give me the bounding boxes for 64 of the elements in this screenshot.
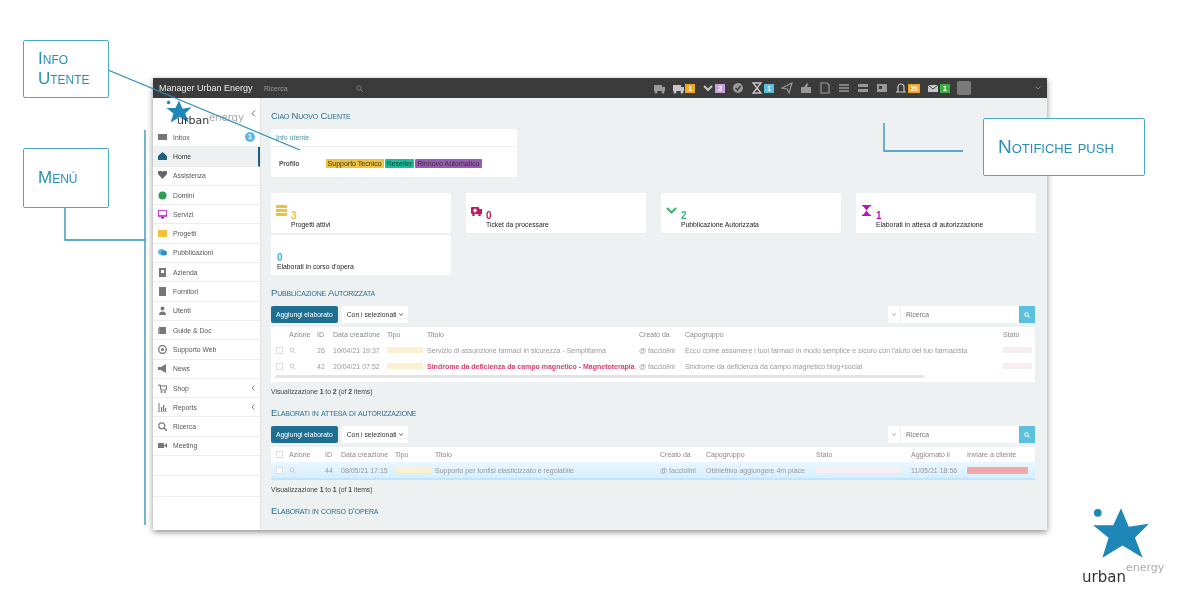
section-heading: Elaborati in corso d'opera [271, 505, 380, 516]
books-icon [158, 325, 167, 335]
cart-icon [158, 383, 167, 393]
search-icon [1024, 311, 1030, 318]
building-icon [158, 267, 167, 277]
logo-text: urban [1082, 568, 1126, 586]
checkbox[interactable] [276, 451, 283, 458]
truck-icon[interactable] [672, 82, 685, 94]
thumbs-up-icon[interactable] [800, 82, 813, 94]
stat-count: 0 [486, 210, 493, 221]
stat-count: 3 [291, 210, 298, 221]
section-heading: Elaborati in attesa di autorizzazione [271, 407, 418, 418]
type-tag [395, 467, 431, 473]
check-icon[interactable] [702, 82, 715, 94]
caret-icon[interactable] [1035, 86, 1041, 90]
stat-count: 0 [277, 252, 284, 263]
megaphone-icon [158, 364, 167, 374]
logo-text: urban [177, 114, 210, 127]
truck-icon[interactable] [653, 82, 666, 94]
home-icon [158, 151, 167, 161]
chevron-icon [251, 385, 255, 391]
server-icon[interactable] [857, 82, 870, 94]
callout-label: Menú [23, 148, 109, 208]
stat-count: 2 [681, 210, 688, 221]
page-heading: Ciao Nuovo Cliente [271, 110, 352, 121]
section-heading: Pubblicazione Autorizzata [271, 287, 376, 298]
globe-icon [158, 190, 167, 200]
callout-label: Notifiche push [983, 118, 1145, 176]
app-title: Manager Urban Energy [159, 83, 254, 93]
lifebuoy-icon [158, 344, 167, 354]
search-button[interactable] [1019, 306, 1035, 323]
callout-label: Info Utente [23, 40, 109, 98]
heart-icon [158, 171, 167, 181]
card-icon[interactable] [876, 82, 889, 94]
check-circle-icon[interactable] [732, 82, 745, 94]
book-icon [158, 287, 167, 296]
stat-count: 1 [876, 210, 883, 221]
caret-icon [398, 433, 403, 436]
hourglass-icon[interactable] [751, 82, 764, 94]
document-icon[interactable] [819, 82, 832, 94]
paper-plane-icon[interactable] [781, 82, 794, 94]
bar-chart-icon [158, 402, 167, 412]
caret-icon [892, 433, 896, 436]
chat-icon [158, 248, 167, 258]
type-tag [387, 347, 423, 353]
envelope-icon [158, 132, 167, 142]
monitor-icon [158, 209, 167, 219]
list-icon[interactable] [838, 82, 851, 94]
collapse-icon[interactable] [251, 109, 256, 117]
search-icon [158, 422, 167, 432]
bell-icon[interactable] [895, 82, 908, 94]
chevron-icon [251, 404, 255, 411]
search-icon [1024, 431, 1030, 438]
caret-icon [892, 313, 896, 316]
logo-text: energy [1126, 561, 1165, 574]
send-button[interactable] [967, 466, 1029, 474]
folder-icon [158, 229, 167, 239]
search-icon[interactable] [356, 84, 363, 92]
user-icon [158, 306, 167, 316]
search-button[interactable] [1019, 426, 1035, 443]
envelope-icon[interactable] [927, 82, 939, 94]
type-tag [387, 363, 423, 369]
video-camera-icon [158, 441, 167, 451]
caret-icon [398, 313, 403, 316]
